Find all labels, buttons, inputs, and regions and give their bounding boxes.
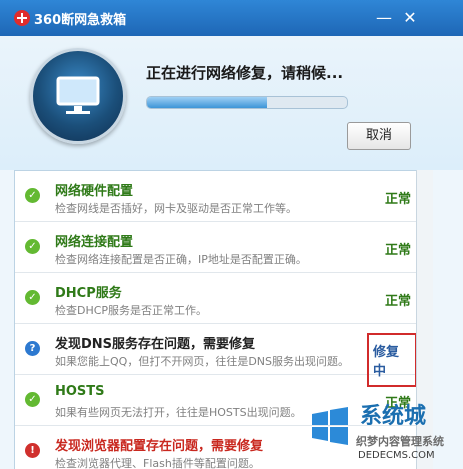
- question-icon: ?: [25, 341, 40, 356]
- watermark-url: DEDECMS.COM: [358, 450, 435, 461]
- check-icon: ✓: [25, 392, 40, 407]
- check-state: 正常: [385, 192, 412, 207]
- window-title: 360断网急救箱: [34, 13, 127, 28]
- watermark-subtitle: 织梦内容管理系统: [356, 435, 444, 448]
- app-window: 360断网急救箱 — ✕ 正在进行网络修复，请稍候... 取消 ✓ 网络硬件配置…: [0, 0, 463, 469]
- check-desc: 检查网线是否插好，网卡及驱动是否正常工作等。: [55, 202, 297, 215]
- check-title: HOSTS: [55, 384, 105, 399]
- check-row-connection: ✓ 网络连接配置 检查网络连接配置是否正确，IP地址是否配置正确。 正常: [15, 222, 417, 273]
- check-title: 发现浏览器配置存在问题，需要修复: [55, 439, 264, 454]
- check-desc: 检查DHCP服务是否正常工作。: [55, 304, 208, 317]
- repair-status-text: 正在进行网络修复，请稍候...: [146, 64, 344, 82]
- repair-header: 正在进行网络修复，请稍候... 取消: [0, 36, 463, 170]
- check-icon: ✓: [25, 188, 40, 203]
- check-title: 发现DNS服务存在问题，需要修复: [55, 337, 256, 352]
- site-watermark: 系统城 织梦内容管理系统 DEDECMS.COM: [300, 398, 463, 469]
- title-bar: 360断网急救箱 — ✕: [0, 0, 463, 36]
- minimize-button[interactable]: —: [372, 6, 396, 30]
- windows-logo-icon: [312, 407, 348, 445]
- watermark-name: 系统城: [360, 404, 427, 429]
- check-desc: 检查浏览器代理、Flash插件等配置问题。: [55, 457, 260, 469]
- check-desc: 检查网络连接配置是否正确，IP地址是否配置正确。: [55, 253, 307, 266]
- check-desc: 如果有些网页无法打开，往往是HOSTS出现问题。: [55, 406, 302, 419]
- check-row-dns: ? 发现DNS服务存在问题，需要修复 如果您能上QQ，但打不开网页，往往是DNS…: [15, 324, 417, 387]
- progress-fill: [147, 97, 267, 108]
- check-row-hardware: ✓ 网络硬件配置 检查网线是否插好，网卡及驱动是否正常工作等。 正常: [15, 171, 417, 222]
- check-row-dhcp: ✓ DHCP服务 检查DHCP服务是否正常工作。 正常: [15, 273, 417, 324]
- check-state: 正常: [385, 243, 412, 258]
- check-icon: ✓: [25, 239, 40, 254]
- cancel-button[interactable]: 取消: [347, 122, 411, 150]
- check-title: 网络硬件配置: [55, 184, 134, 199]
- check-icon: ✓: [25, 290, 40, 305]
- close-button[interactable]: ✕: [398, 6, 422, 30]
- check-desc: 如果您能上QQ，但打不开网页，往往是DNS服务出现问题。: [55, 355, 349, 368]
- monitor-logo-icon: [30, 48, 126, 144]
- check-state: 正常: [385, 294, 412, 309]
- error-icon: !: [25, 443, 40, 458]
- check-title: DHCP服务: [55, 286, 122, 301]
- repair-progress-bar: [146, 96, 348, 109]
- first-aid-icon: [14, 10, 30, 26]
- check-title: 网络连接配置: [55, 235, 134, 250]
